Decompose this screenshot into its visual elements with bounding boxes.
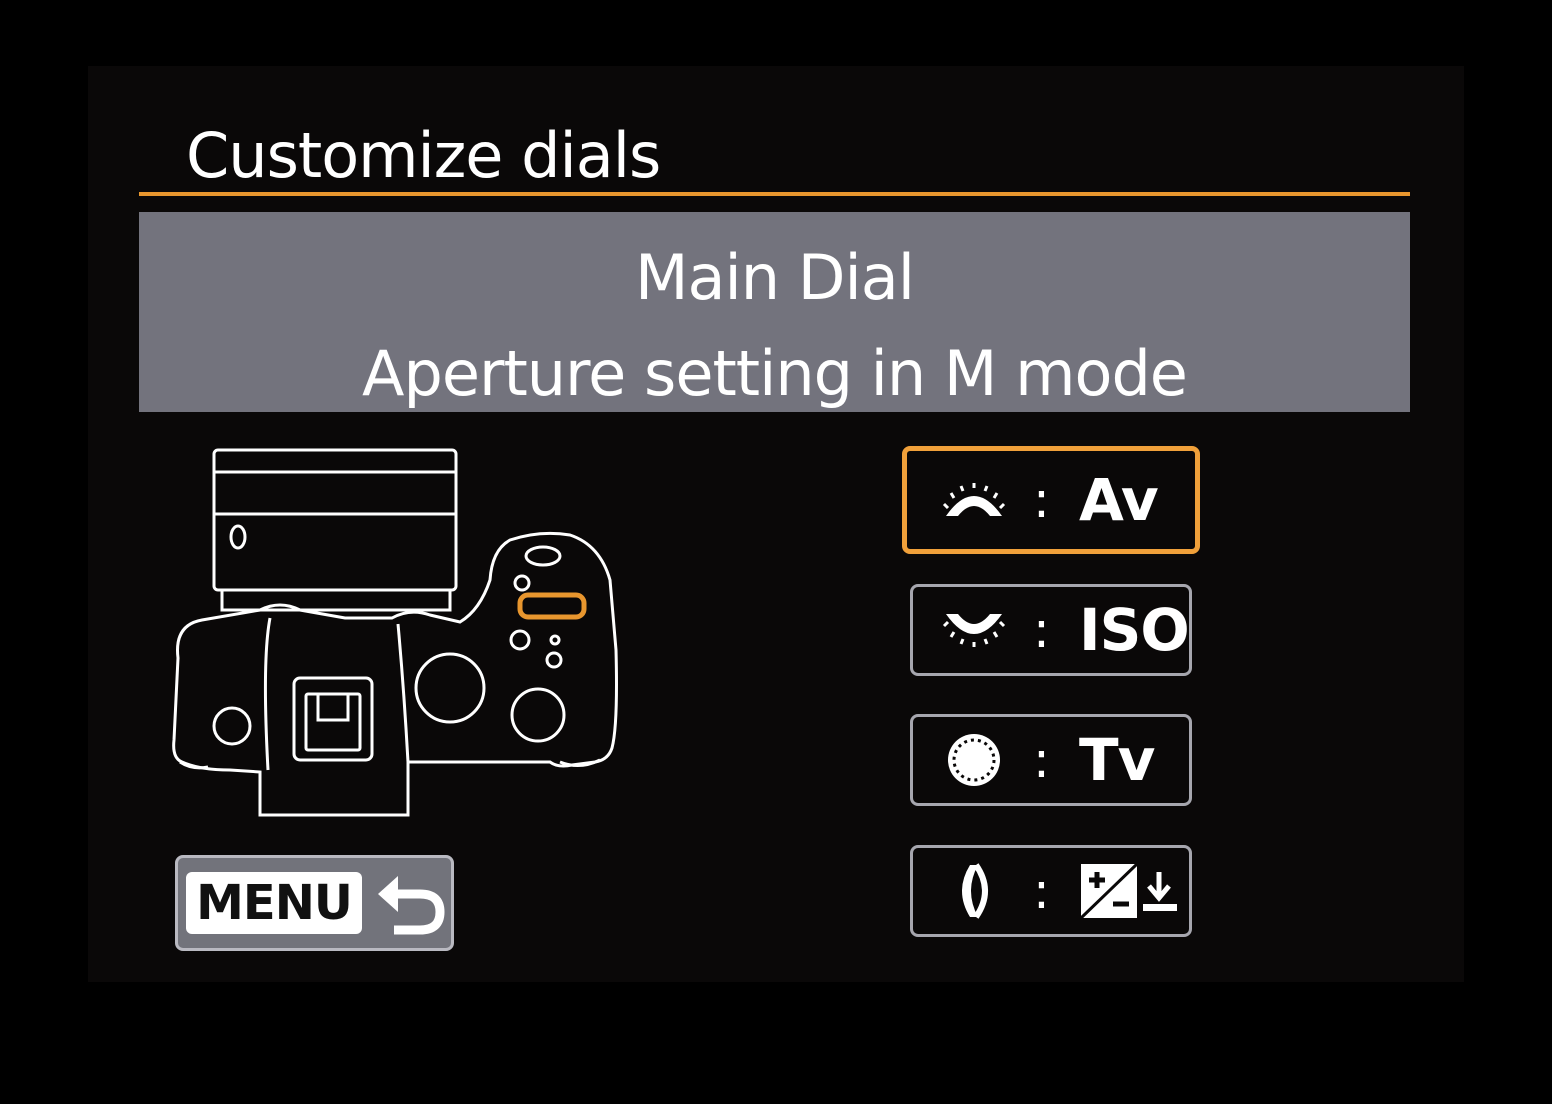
dial-name: Main Dial: [635, 241, 915, 314]
option-value: ISO: [1079, 596, 1190, 664]
option-lens-ring[interactable]: :: [910, 845, 1192, 937]
description-band: Main Dial Aperture setting in M mode: [139, 212, 1410, 412]
option-control-ring[interactable]: : Tv: [910, 714, 1192, 806]
camera-top-view-icon: [172, 448, 618, 817]
option-separator: :: [1033, 862, 1050, 920]
option-quick-control-dial[interactable]: : ISO: [910, 584, 1192, 676]
exposure-comp-icon: [1079, 860, 1179, 922]
option-separator: :: [1033, 731, 1050, 789]
control-ring-icon: [939, 734, 1009, 786]
dial-function: Aperture setting in M mode: [362, 337, 1188, 410]
option-separator: :: [1033, 601, 1050, 659]
page-title: Customize dials: [186, 119, 661, 192]
quick-control-dial-icon: [939, 607, 1009, 653]
option-separator: :: [1033, 471, 1050, 529]
option-value: Av: [1079, 466, 1159, 534]
menu-back-button[interactable]: MENU: [175, 855, 454, 951]
main-dial-icon: [939, 477, 1009, 523]
lens-ring-icon: [939, 863, 1009, 919]
option-value: Tv: [1079, 726, 1155, 794]
option-main-dial[interactable]: : Av: [902, 446, 1200, 554]
title-divider: [139, 192, 1410, 196]
return-arrow-icon: [378, 876, 445, 935]
menu-label: MENU: [186, 872, 362, 934]
